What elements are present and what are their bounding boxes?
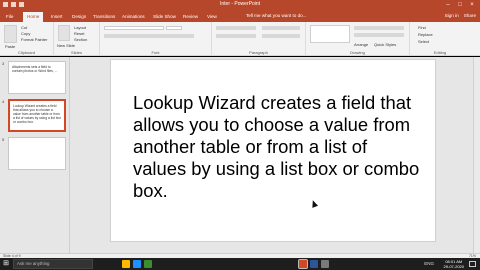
vertical-scrollbar[interactable] [473,57,480,253]
paragraph-group: Paragraph [212,22,306,56]
tab-slide-show[interactable]: Slide Show [149,12,180,22]
excel-icon[interactable] [144,260,152,268]
editing-group-label: Editing [433,50,447,55]
tab-home[interactable]: Home [23,12,44,22]
slide-thumbnails-panel[interactable]: 3 Attachments sets a field to contain ph… [0,57,70,253]
taskbar-search-box[interactable]: Ask me anything [13,259,93,269]
new-slide-button[interactable] [58,25,70,41]
file-explorer-icon[interactable] [122,260,130,268]
arrange-button[interactable]: Arrange [354,42,368,47]
windows-taskbar: ⊞ Ask me anything ENG 08:01 AM 29-07-202… [0,258,480,270]
select-button[interactable]: Select [418,39,429,44]
maximize-icon[interactable]: □ [454,0,466,11]
tell-me-box[interactable]: Tell me what you want to do... [246,13,307,18]
clock-date: 29-07-2020 [443,264,464,269]
slide-thumbnail[interactable]: Attachments sets a field to contain phot… [8,61,66,94]
ribbon-tabs: File Home Insert Design Transitions Anim… [0,11,480,22]
title-bar: Inter - PowerPoint – □ × [0,0,480,11]
font-group-label: Font [151,50,160,55]
shapes-gallery[interactable] [310,25,350,43]
share-button[interactable]: Share [464,13,476,18]
thumbnail-number: 3 [2,61,5,66]
app-icon[interactable] [321,260,329,268]
slide-canvas[interactable]: Lookup Wizard creates a field that allow… [110,59,436,242]
close-icon[interactable]: × [466,0,478,11]
font-group: Font [100,22,212,56]
slide-body-text[interactable]: Lookup Wizard creates a field that allow… [133,92,423,202]
tab-file[interactable]: File [2,12,17,22]
clipboard-group: Paste Cut Copy Format Painter Clipboard [0,22,54,56]
slide-thumbnail-selected[interactable]: Lookup Wizard creates a field that allow… [8,99,66,132]
paragraph-group-label: Paragraph [249,50,268,55]
text-direction-button[interactable] [262,26,300,30]
minimize-icon[interactable]: – [442,0,454,11]
sign-in-link[interactable]: Sign in [445,13,459,18]
layout-button[interactable]: Layout [74,25,86,30]
tab-transitions[interactable]: Transitions [89,12,119,22]
copy-button[interactable]: Copy [21,31,30,36]
font-format-buttons[interactable] [104,34,194,38]
thumbnail-text: Lookup Wizard creates a field that allow… [13,104,62,124]
clipboard-group-label: Clipboard [17,50,36,55]
editing-group: Find Replace Select Editing [410,22,470,56]
tab-review[interactable]: Review [179,12,202,22]
quick-styles-button[interactable]: Quick Styles [374,42,396,47]
window-title: Inter - PowerPoint [219,1,261,7]
cut-button[interactable]: Cut [21,25,27,30]
align-text-button[interactable] [262,34,300,38]
shape-fill-button[interactable] [354,26,404,30]
drawing-group: Arrange Quick Styles Drawing [306,22,410,56]
system-tray[interactable]: ENG [424,261,434,266]
shape-outline-button[interactable] [354,33,404,37]
notification-icon[interactable] [469,261,476,267]
tab-insert[interactable]: Insert [47,12,67,22]
font-name-select[interactable] [104,26,164,30]
slide-thumbnail[interactable] [8,137,66,170]
format-painter-button[interactable]: Format Painter [21,37,47,42]
tab-animations[interactable]: Animations [118,12,149,22]
find-button[interactable]: Find [418,25,426,30]
window-controls: – □ × [442,0,478,11]
ribbon: Paste Cut Copy Format Painter Clipboard … [0,22,480,56]
slides-group-label: Slides [71,50,82,55]
section-button[interactable]: Section [74,37,87,42]
new-slide-label: New Slide [57,43,76,48]
tab-design[interactable]: Design [68,12,90,22]
slides-group: New Slide Layout Reset Section Slides [54,22,100,56]
account-area: Sign in Share [445,13,476,18]
thumbnail-text: Attachments sets a field to contain phot… [12,65,58,73]
workspace: 3 Attachments sets a field to contain ph… [0,57,480,253]
font-size-select[interactable] [166,26,182,30]
thumbnail-number: 5 [2,137,5,142]
alignment-buttons[interactable] [216,34,256,38]
paste-label: Paste [5,44,16,49]
replace-button[interactable]: Replace [418,32,433,37]
paste-button[interactable] [4,25,17,43]
edge-icon[interactable] [133,260,141,268]
thumbnail-text [9,138,65,144]
list-buttons[interactable] [216,26,256,30]
windows-start-icon[interactable]: ⊞ [0,258,12,270]
reset-button[interactable]: Reset [74,31,84,36]
taskbar-clock[interactable]: 08:01 AM 29-07-2020 [444,259,464,269]
drawing-group-label: Drawing [350,50,365,55]
powerpoint-icon[interactable] [298,259,308,269]
thumbnail-number: 4 [2,99,5,104]
tab-view[interactable]: View [203,12,221,22]
word-icon[interactable] [310,260,318,268]
